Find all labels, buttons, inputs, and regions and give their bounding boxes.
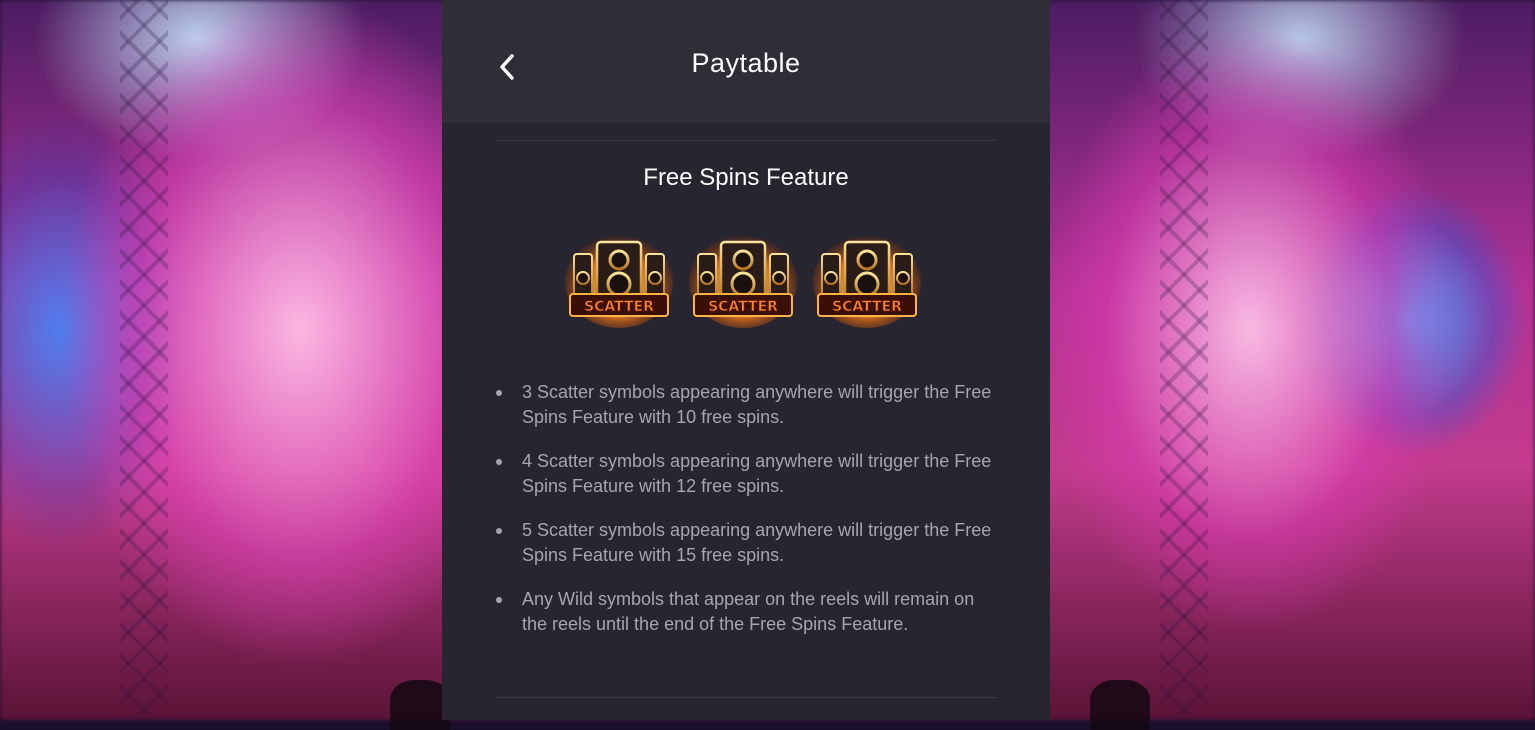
section-divider-top [496,140,996,141]
scatter-label: SCATTER [584,299,654,315]
crowd-silhouette-right [1090,680,1150,730]
scatter-symbol: SCATTER [812,232,922,328]
section-divider-bottom [496,697,996,698]
scatter-symbol: SCATTER [564,232,674,328]
stage-truss-left [120,0,168,720]
rules-list: 3 Scatter symbols appearing anywhere wil… [496,380,996,656]
paytable-header: Paytable [442,0,1050,123]
section-title: Free Spins Feature [643,164,849,191]
scatter-label: SCATTER [708,299,778,315]
rule-item: 5 Scatter symbols appearing anywhere wil… [496,518,996,568]
rule-item: 3 Scatter symbols appearing anywhere wil… [496,380,996,430]
scatter-label: SCATTER [832,299,902,315]
paytable-panel: Paytable Free Spins Feature SCATTER SCAT… [442,0,1050,720]
rule-item: 4 Scatter symbols appearing anywhere wil… [496,449,996,499]
crowd-silhouette-left [390,680,450,730]
page-title: Paytable [691,48,801,78]
scatter-symbol: SCATTER [688,232,798,328]
stage-truss-right [1160,0,1208,720]
rule-item: Any Wild symbols that appear on the reel… [496,587,996,637]
scatter-symbols: SCATTER SCATTER SCATTER [564,232,922,328]
